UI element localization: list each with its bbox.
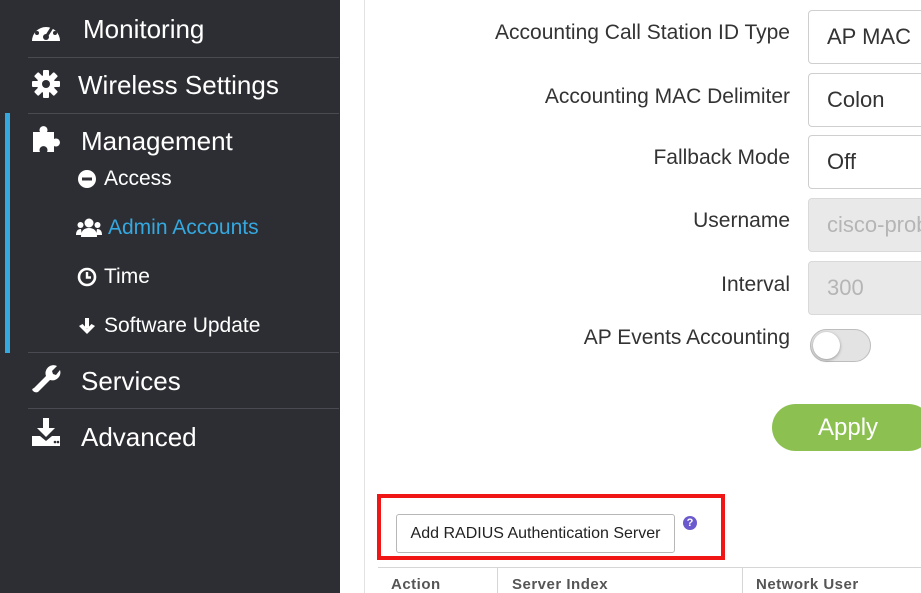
- column-header-action[interactable]: Action: [391, 576, 441, 593]
- ap-events-accounting-toggle[interactable]: [810, 329, 871, 362]
- field-label-call-station-id-type: Accounting Call Station ID Type: [495, 21, 790, 44]
- puzzle-icon: [28, 122, 64, 154]
- users-icon: [76, 217, 102, 239]
- sidebar-subitem-access[interactable]: Access: [76, 167, 172, 191]
- column-divider: [742, 568, 743, 593]
- divider: [28, 57, 339, 58]
- column-header-server-index[interactable]: Server Index: [512, 576, 608, 593]
- apply-button[interactable]: Apply: [772, 404, 921, 451]
- gear-icon: [28, 68, 64, 100]
- sidebar-subitem-software-update[interactable]: Software Update: [76, 314, 260, 338]
- sidebar-subitem-label: Admin Accounts: [108, 216, 259, 239]
- wrench-icon: [28, 362, 64, 394]
- divider: [28, 408, 339, 409]
- sidebar-subitem-time[interactable]: Time: [76, 265, 150, 289]
- sidebar-item-label: Wireless Settings: [78, 70, 279, 100]
- field-label-username: Username: [693, 209, 790, 232]
- field-label-fallback-mode: Fallback Mode: [653, 146, 790, 169]
- column-divider: [497, 568, 498, 593]
- sidebar: Monitoring Wireless Settings Management …: [0, 0, 340, 593]
- divider: [28, 352, 339, 353]
- field-label-mac-delimiter: Accounting MAC Delimiter: [544, 85, 790, 108]
- arrow-down-icon: [76, 315, 98, 337]
- sidebar-item-services[interactable]: Services: [0, 362, 340, 402]
- mac-delimiter-select[interactable]: Colon: [808, 73, 921, 127]
- sidebar-subitem-label: Access: [104, 167, 172, 190]
- sidebar-item-monitoring[interactable]: Monitoring: [0, 10, 340, 50]
- sidebar-subitem-admin-accounts[interactable]: Admin Accounts: [76, 216, 259, 240]
- column-header-network-user[interactable]: Network User: [756, 576, 859, 593]
- sidebar-item-label: Services: [81, 366, 181, 396]
- fallback-mode-select[interactable]: Off: [808, 135, 921, 189]
- toggle-knob: [813, 332, 840, 359]
- minus-circle-icon: [76, 168, 98, 190]
- content-border: [364, 0, 365, 593]
- sidebar-subitem-label: Software Update: [104, 314, 261, 337]
- dashboard-icon: [28, 14, 64, 46]
- username-input[interactable]: cisco-probe: [808, 198, 921, 252]
- sidebar-item-label: Monitoring: [83, 14, 205, 44]
- sidebar-item-label: Advanced: [81, 422, 197, 452]
- divider: [28, 113, 339, 114]
- sidebar-item-label: Management: [81, 126, 233, 156]
- sidebar-item-advanced[interactable]: Advanced: [0, 418, 340, 458]
- sidebar-subitem-label: Time: [104, 265, 150, 288]
- download-icon: [28, 416, 64, 448]
- help-icon[interactable]: ?: [683, 516, 697, 530]
- field-label-ap-events-accounting: AP Events Accounting: [583, 326, 790, 349]
- clock-icon: [76, 266, 98, 288]
- radius-server-table-header: Action Server Index Network User: [378, 567, 921, 593]
- sidebar-item-management[interactable]: Management: [0, 122, 340, 162]
- sidebar-item-wireless-settings[interactable]: Wireless Settings: [0, 66, 340, 106]
- add-radius-auth-server-button[interactable]: Add RADIUS Authentication Server: [396, 514, 675, 553]
- interval-input[interactable]: 300: [808, 261, 921, 315]
- field-label-interval: Interval: [721, 273, 790, 296]
- call-station-id-type-select[interactable]: AP MAC: [808, 10, 921, 64]
